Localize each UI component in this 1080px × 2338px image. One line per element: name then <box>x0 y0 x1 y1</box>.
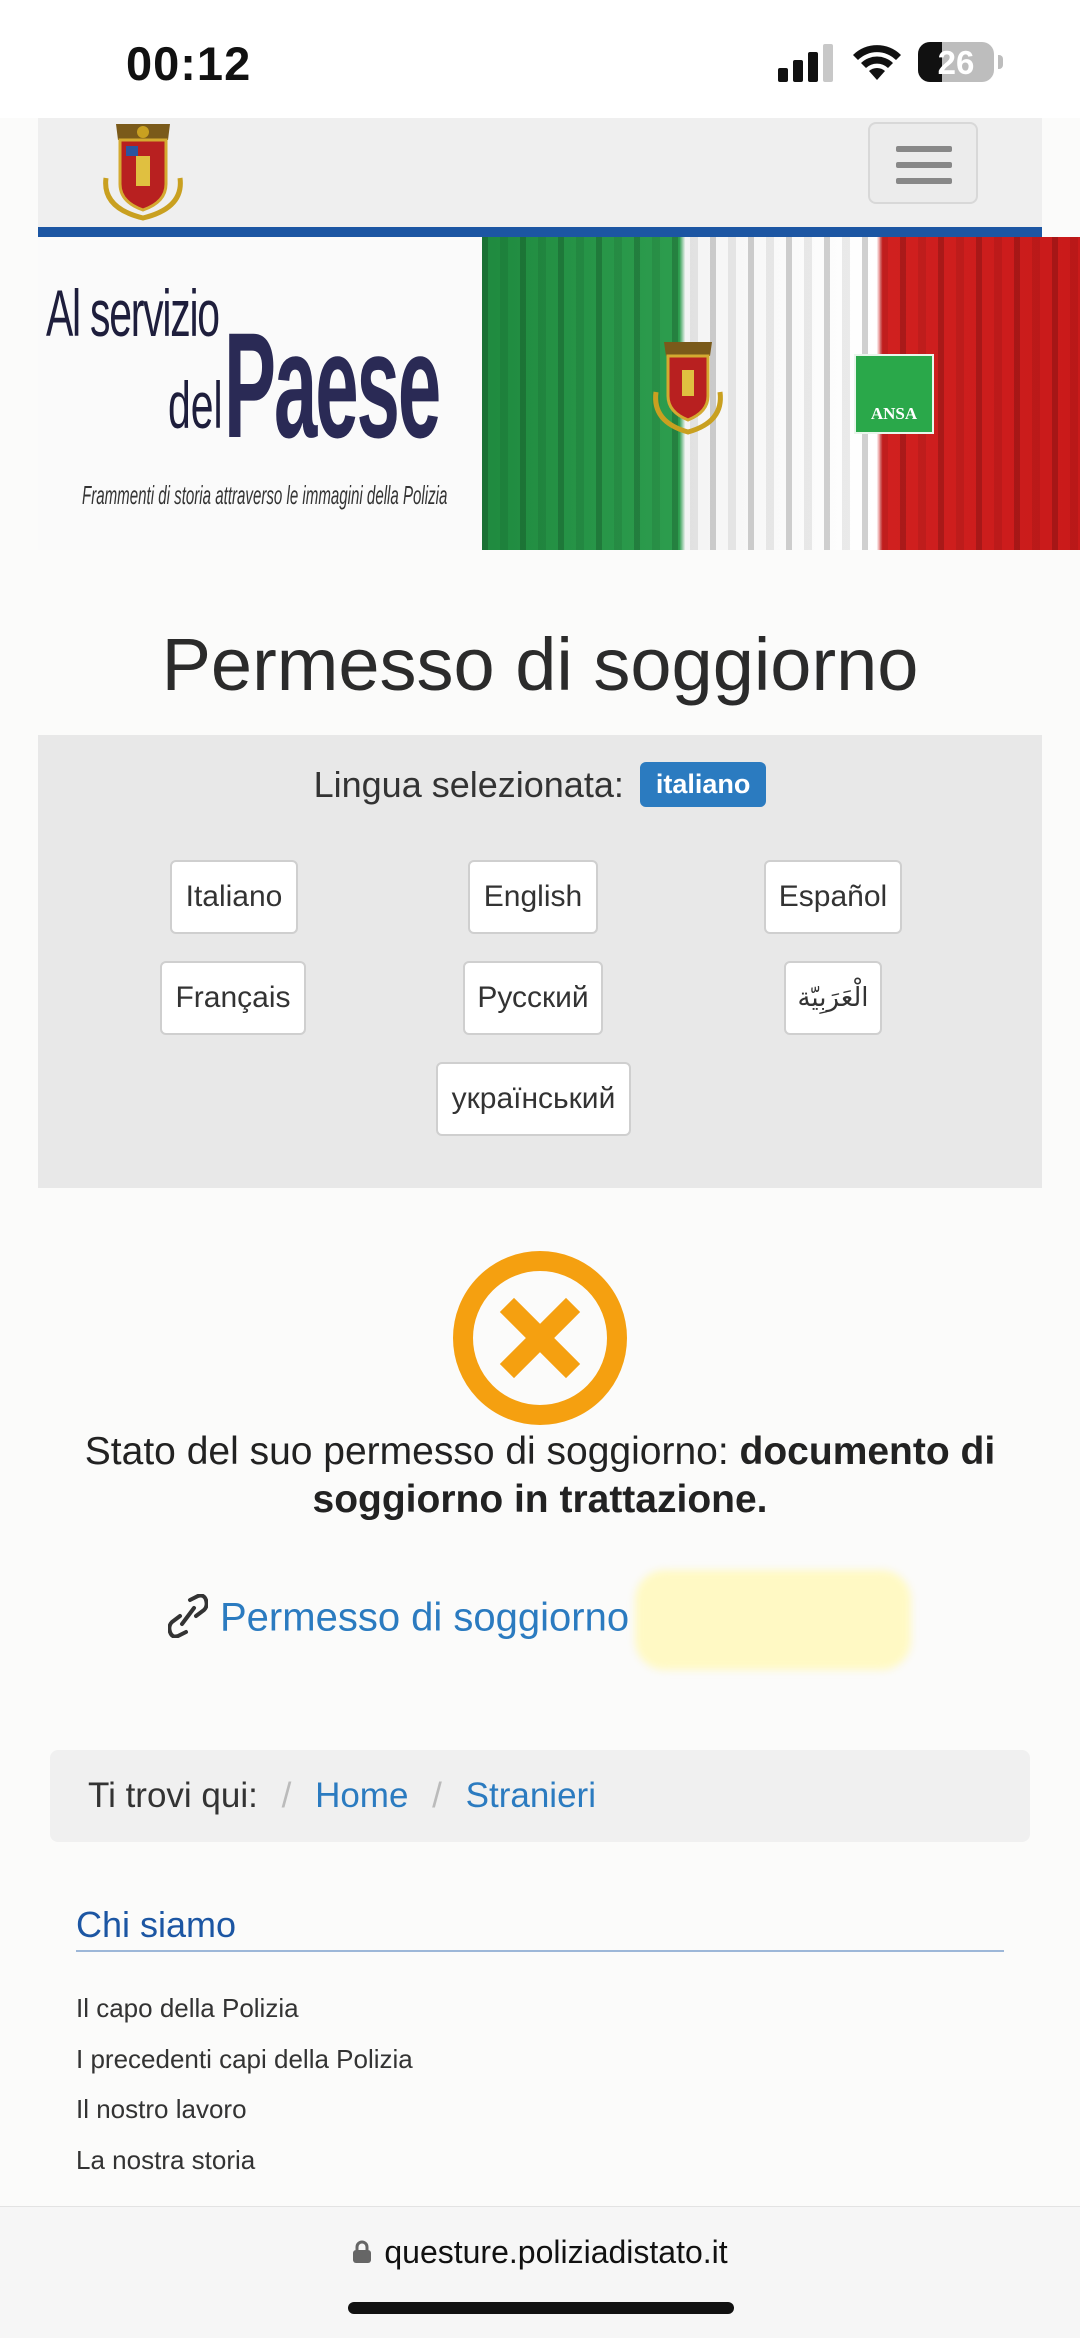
banner-line2: del <box>168 368 223 442</box>
redacted-permit-number <box>635 1570 912 1670</box>
banner-line1: Al servizio <box>46 276 220 350</box>
status-prefix: Stato del suo permesso di soggiorno: <box>84 1430 729 1473</box>
banner-line3: Paese <box>224 301 441 469</box>
language-label: Lingua selezionata: <box>313 764 624 805</box>
lang-button-english[interactable]: English <box>468 860 598 934</box>
language-selected-row: Lingua selezionata: italiano <box>0 761 1080 810</box>
address-bar-url[interactable]: questure.poliziadistato.it <box>0 2234 1080 2271</box>
selected-language-badge: italiano <box>639 761 767 807</box>
breadcrumb: Ti trovi qui: / Home / Stranieri <box>50 1750 1030 1842</box>
lang-button-ukrainian[interactable]: український <box>436 1062 631 1136</box>
url-text: questure.poliziadistato.it <box>384 2234 728 2270</box>
lang-button-arabic[interactable]: الْعَرَبِيّة <box>784 961 882 1035</box>
chi-siamo-list: Il capo della Polizia I precedenti capi … <box>76 1990 413 2192</box>
lang-button-francais[interactable]: Français <box>160 961 306 1035</box>
permit-status-text: Stato del suo permesso di soggiorno: doc… <box>40 1428 1040 1524</box>
permit-link-label: Permesso di soggiorno <box>220 1595 630 1640</box>
wifi-icon <box>853 45 901 80</box>
home-indicator[interactable] <box>348 2302 734 2314</box>
ansa-logo: ANSA <box>854 354 934 434</box>
banner-subtitle: Frammenti di storia attraverso le immagi… <box>82 480 448 510</box>
chi-siamo-heading: Chi siamo <box>76 1904 237 1945</box>
battery-icon: 26 <box>918 42 1003 82</box>
cellular-signal-icon <box>778 44 834 82</box>
clock: 00:12 <box>126 37 252 90</box>
hamburger-icon <box>896 146 952 152</box>
status-bar: 00:12 26 <box>0 0 1080 118</box>
list-item[interactable]: Il nostro lavoro <box>76 2091 413 2142</box>
browser-address-bar[interactable] <box>0 2206 1080 2338</box>
error-x-icon <box>453 1251 627 1425</box>
permit-link[interactable]: Permesso di soggiorno <box>167 1570 912 1670</box>
banner-crest-icon <box>653 342 723 435</box>
italian-flag-curtain <box>482 237 1080 550</box>
navbar-divider <box>38 227 1042 237</box>
lang-button-espanol[interactable]: Español <box>764 860 902 934</box>
lang-button-russian[interactable]: Русский <box>463 961 603 1035</box>
list-item[interactable]: La nostra storia <box>76 2142 413 2193</box>
polizia-crest-logo[interactable] <box>96 118 190 222</box>
lang-button-italiano[interactable]: Italiano <box>170 860 298 934</box>
breadcrumb-home-link[interactable]: Home <box>315 1776 408 1815</box>
lock-icon <box>353 2240 372 2263</box>
battery-level: 26 <box>937 44 975 81</box>
link-icon <box>167 1593 209 1639</box>
chi-siamo-divider <box>76 1950 1004 1952</box>
list-item[interactable]: I precedenti capi della Polizia <box>76 2041 413 2092</box>
breadcrumb-label: Ti trovi qui: <box>88 1776 258 1815</box>
list-item[interactable]: Il capo della Polizia <box>76 1990 413 2041</box>
menu-toggle-button[interactable] <box>868 122 978 204</box>
breadcrumb-stranieri-link[interactable]: Stranieri <box>466 1776 596 1815</box>
page-title: Permesso di soggiorno <box>161 623 919 706</box>
